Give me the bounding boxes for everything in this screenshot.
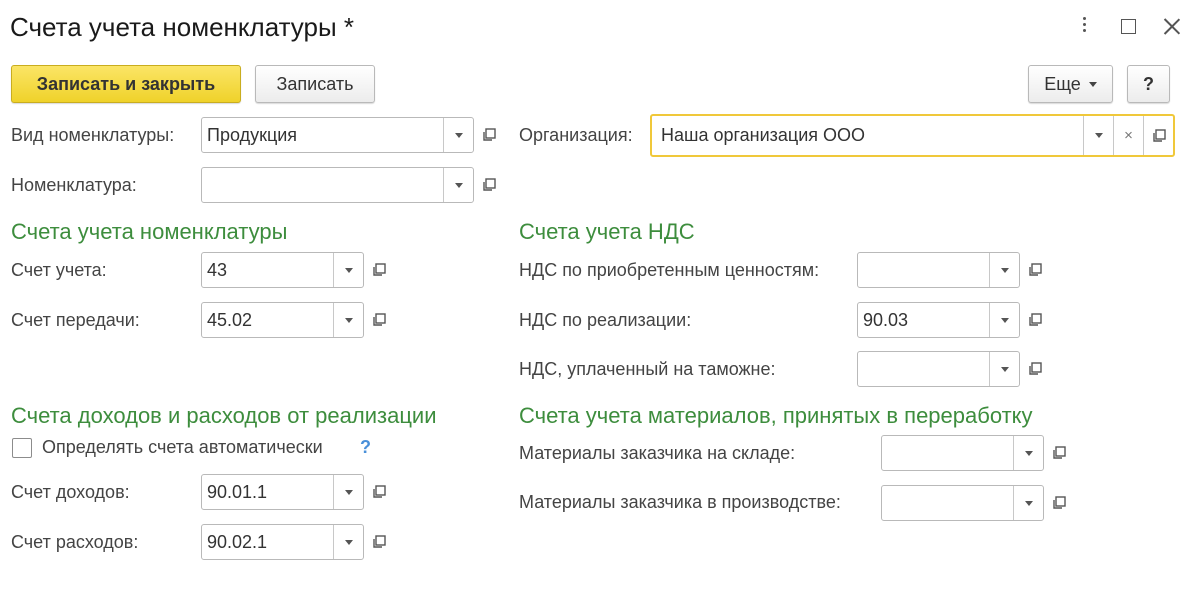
transfer-account-label: Счет передачи: [11,310,140,330]
account-label: Счет учета: [11,260,107,280]
more-button-label: Еще [1044,73,1081,94]
chevron-down-icon [1088,81,1097,87]
chevron-down-icon[interactable] [333,475,363,509]
vat-customs-field[interactable] [857,351,1020,387]
vat-purchased-field[interactable] [857,252,1020,288]
save-button[interactable]: Записать [255,65,375,103]
chevron-down-icon[interactable] [443,118,473,152]
section-title-nomenclature-accounts: Счета учета номенклатуры [11,219,288,244]
transfer-account-field[interactable]: 45.02 [201,302,364,338]
open-form-icon[interactable] [368,309,390,331]
income-account-label: Счет доходов: [11,482,130,502]
maximize-icon[interactable] [1121,19,1136,34]
vat-purchased-value[interactable] [858,253,989,287]
vid-nomenclature-label: Вид номенклатуры: [11,125,175,145]
open-form-icon[interactable] [1024,309,1046,331]
income-account-field[interactable]: 90.01.1 [201,474,364,510]
section-title-income-expense: Счета доходов и расходов от реализации [11,403,437,428]
expense-account-field[interactable]: 90.02.1 [201,524,364,560]
section-title-vat-accounts: Счета учета НДС [519,219,695,244]
chevron-down-icon[interactable] [1013,436,1043,470]
organization-field[interactable]: Наша организация ООО × [650,114,1175,157]
help-button[interactable]: ? [1127,65,1170,103]
expense-account-label: Счет расходов: [11,532,139,552]
chevron-down-icon[interactable] [443,168,473,202]
open-form-icon[interactable] [1048,442,1070,464]
materials-warehouse-field[interactable] [881,435,1044,471]
chevron-down-icon[interactable] [989,253,1019,287]
vat-sales-value[interactable]: 90.03 [858,303,989,337]
nomenclature-field[interactable] [201,167,474,203]
vat-purchased-label: НДС по приобретенным ценностям: [519,260,820,280]
window-title: Счета учета номенклатуры * [10,12,355,42]
materials-production-value[interactable] [882,486,1013,520]
clear-icon[interactable]: × [1113,116,1143,155]
nomenclature-value[interactable] [202,168,443,202]
open-form-icon[interactable] [368,259,390,281]
close-icon[interactable] [1160,14,1184,38]
chevron-down-icon[interactable] [333,253,363,287]
income-account-value[interactable]: 90.01.1 [202,475,333,509]
chevron-down-icon[interactable] [333,525,363,559]
open-form-icon[interactable] [368,481,390,503]
open-form-icon[interactable] [368,531,390,553]
more-vert-icon[interactable] [1078,14,1090,40]
section-title-materials: Счета учета материалов, принятых в перер… [519,403,1033,428]
vat-sales-label: НДС по реализации: [519,310,692,330]
vat-sales-field[interactable]: 90.03 [857,302,1020,338]
open-form-icon[interactable] [1143,116,1173,155]
open-form-icon[interactable] [1048,492,1070,514]
nomenclature-label: Номенклатура: [11,175,137,195]
chevron-down-icon[interactable] [1083,116,1113,155]
materials-warehouse-label: Материалы заказчика на складе: [519,443,796,463]
vat-customs-value[interactable] [858,352,989,386]
organization-value[interactable]: Наша организация ООО [652,116,1083,155]
save-and-close-button[interactable]: Записать и закрыть [11,65,241,103]
open-form-icon[interactable] [478,124,500,146]
materials-production-label: Материалы заказчика в производстве: [519,492,841,512]
chevron-down-icon[interactable] [989,303,1019,337]
open-form-icon[interactable] [1024,358,1046,380]
more-button[interactable]: Еще [1028,65,1113,103]
chevron-down-icon[interactable] [989,352,1019,386]
vat-customs-label: НДС, уплаченный на таможне: [519,359,776,379]
organization-label: Организация: [519,125,633,145]
chevron-down-icon[interactable] [1013,486,1043,520]
expense-account-value[interactable]: 90.02.1 [202,525,333,559]
vid-nomenclature-value[interactable]: Продукция [202,118,443,152]
materials-warehouse-value[interactable] [882,436,1013,470]
vid-nomenclature-field[interactable]: Продукция [201,117,474,153]
auto-accounts-checkbox[interactable] [12,438,32,458]
help-hint-icon[interactable]: ? [360,437,371,458]
materials-production-field[interactable] [881,485,1044,521]
open-form-icon[interactable] [1024,259,1046,281]
transfer-account-value[interactable]: 45.02 [202,303,333,337]
chevron-down-icon[interactable] [333,303,363,337]
account-value[interactable]: 43 [202,253,333,287]
auto-accounts-label[interactable]: Определять счета автоматически [42,437,323,458]
account-field[interactable]: 43 [201,252,364,288]
open-form-icon[interactable] [478,174,500,196]
